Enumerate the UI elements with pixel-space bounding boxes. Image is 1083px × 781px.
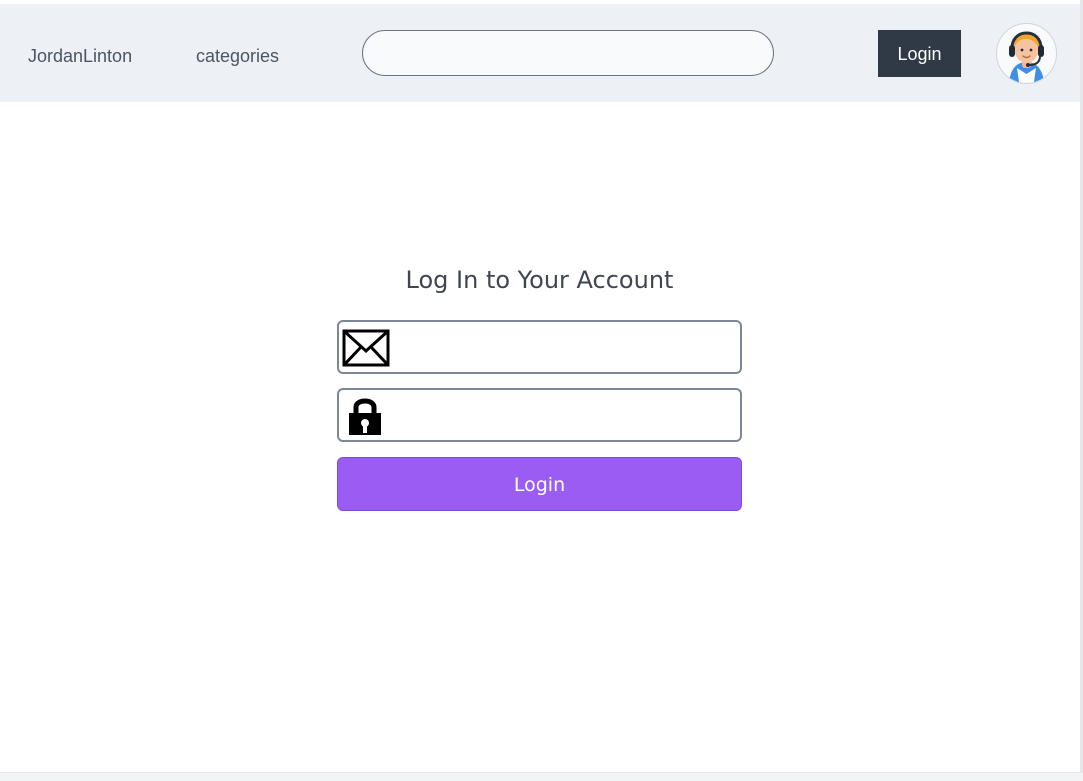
brand-link[interactable]: JordanLinton [28, 44, 132, 68]
login-title: Log In to Your Account [405, 266, 674, 294]
email-field[interactable] [337, 320, 742, 374]
lock-icon [341, 395, 393, 438]
page-bottom-edge [0, 772, 1083, 781]
categories-link[interactable]: categories [196, 44, 279, 68]
navbar-login-button[interactable]: Login [878, 30, 961, 77]
login-page: JordanLinton categories Login Log In to … [0, 0, 1080, 772]
password-input[interactable] [397, 390, 736, 440]
search-input[interactable] [362, 30, 774, 76]
login-submit-button[interactable]: Login [337, 457, 742, 511]
password-field[interactable] [337, 388, 742, 442]
envelope-icon [341, 327, 393, 367]
email-input[interactable] [397, 322, 736, 372]
support-agent-avatar-icon[interactable] [996, 23, 1057, 84]
top-navbar: JordanLinton categories Login [0, 4, 1080, 102]
